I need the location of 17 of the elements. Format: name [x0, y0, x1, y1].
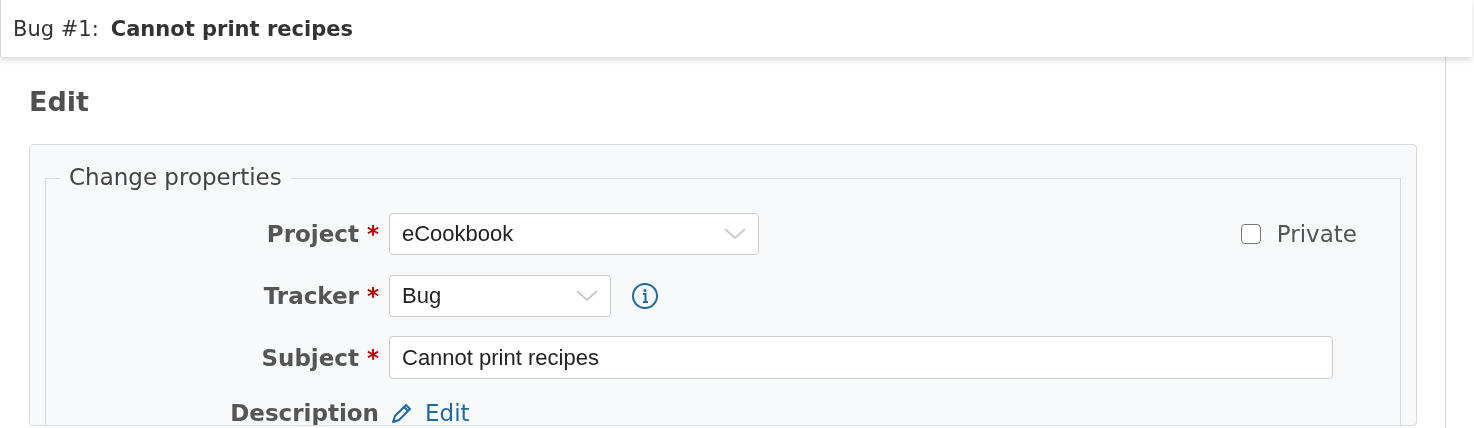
edit-link[interactable]: Edit — [389, 401, 470, 425]
fieldset-legend: Change properties — [60, 164, 291, 190]
select-field[interactable]: eCookbook — [389, 212, 759, 255]
field-label: Subject * — [260, 344, 379, 371]
page-heading: Edit — [29, 86, 90, 119]
chevron-icon — [724, 227, 746, 240]
checkbox-label: Private — [1276, 220, 1357, 247]
chevron-icon — [576, 289, 598, 302]
field-label: Project * — [265, 220, 379, 247]
issue-number: Bug #1: — [13, 16, 99, 41]
issue-subject: Cannot print recipes — [110, 16, 353, 41]
select-field[interactable]: Bug — [389, 274, 611, 317]
info-icon[interactable] — [631, 281, 659, 310]
field-label: Tracker * — [262, 282, 379, 309]
pencil-icon — [389, 402, 413, 425]
checkbox[interactable] — [1240, 223, 1261, 244]
text-field[interactable]: Cannot print recipes — [389, 336, 1333, 379]
